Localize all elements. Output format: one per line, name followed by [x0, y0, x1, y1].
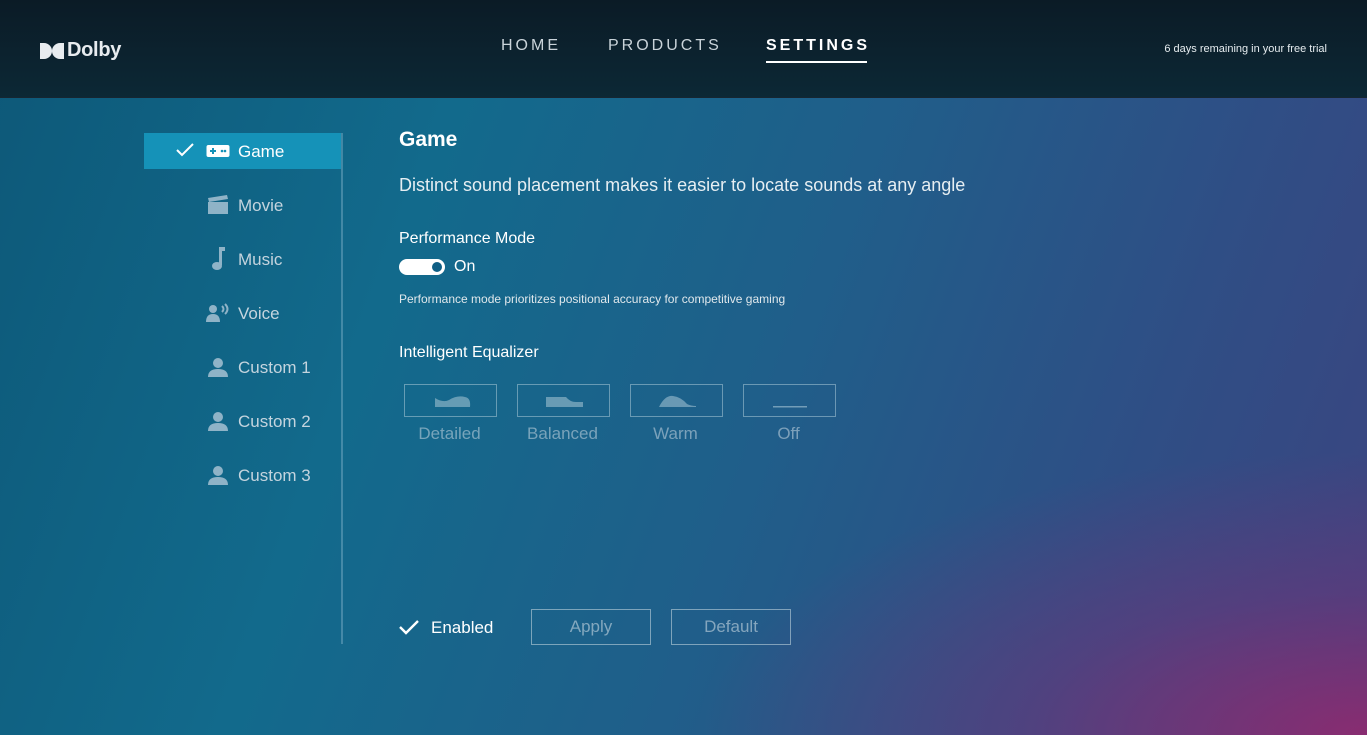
eq-warm-label: Warm	[653, 424, 698, 443]
sidebar-item-custom-3[interactable]: Custom 3	[144, 457, 341, 493]
eq-off-label: Off	[777, 424, 800, 443]
sidebar-item-game[interactable]: Game	[144, 133, 341, 169]
person-icon	[206, 410, 230, 432]
voice-icon	[206, 302, 230, 324]
default-button[interactable]: Default	[671, 609, 791, 645]
eq-detailed-label: Detailed	[418, 424, 481, 443]
eq-balanced-label: Balanced	[527, 424, 598, 443]
performance-mode-note: Performance mode prioritizes positional …	[399, 292, 786, 306]
sidebar-item-label: Game	[238, 142, 285, 161]
sidebar-item-label: Voice	[238, 304, 280, 323]
top-bar: Dolby HOME PRODUCTS SETTINGS 6 days rema…	[0, 0, 1367, 98]
performance-mode-toggle[interactable]	[399, 259, 445, 275]
brand-name: Dolby	[67, 39, 122, 61]
performance-mode-title: Performance Mode	[399, 230, 536, 247]
eq-warm-button[interactable]	[630, 384, 723, 417]
dolby-logo: Dolby	[40, 39, 121, 62]
eq-off-button[interactable]	[743, 384, 836, 417]
eq-detailed-button[interactable]	[404, 384, 497, 417]
eq-detailed-icon	[435, 396, 471, 407]
sidebar-item-music[interactable]: Music	[144, 241, 341, 277]
sidebar-item-label: Music	[238, 250, 283, 269]
trial-notice: 6 days remaining in your free trial	[1164, 43, 1327, 55]
enabled-check-icon[interactable]	[399, 619, 419, 635]
nav-active-underline	[766, 61, 868, 63]
nav-settings[interactable]: SETTINGS	[766, 37, 871, 63]
sidebar-item-movie[interactable]: Movie	[144, 187, 341, 223]
eq-warm-icon	[659, 395, 696, 407]
sidebar-item-custom-2[interactable]: Custom 2	[144, 403, 341, 439]
nav-products[interactable]: PRODUCTS	[608, 37, 722, 55]
toggle-knob	[432, 262, 442, 272]
clapperboard-icon	[206, 194, 230, 216]
sidebar-item-label: Custom 3	[238, 466, 311, 485]
sidebar-divider	[341, 133, 343, 644]
apply-button[interactable]: Apply	[531, 609, 651, 645]
performance-mode-state: On	[454, 258, 476, 275]
person-icon	[206, 356, 230, 378]
sidebar-item-label: Custom 1	[238, 358, 311, 377]
eq-balanced-icon	[546, 397, 583, 407]
nav-settings-label: SETTINGS	[766, 37, 871, 54]
sidebar-item-label: Custom 2	[238, 412, 311, 431]
sidebar-item-voice[interactable]: Voice	[144, 295, 341, 331]
eq-off-icon	[773, 406, 807, 408]
eq-balanced-button[interactable]	[517, 384, 610, 417]
profile-description: Distinct sound placement makes it easier…	[399, 175, 966, 195]
sidebar-item-label: Movie	[238, 196, 284, 215]
dolby-double-d-icon	[40, 42, 64, 59]
person-icon	[206, 464, 230, 486]
page-title: Game	[399, 128, 458, 151]
sidebar-item-custom-1[interactable]: Custom 1	[144, 349, 341, 385]
music-note-icon	[206, 247, 230, 270]
check-icon	[176, 143, 194, 157]
nav-home[interactable]: HOME	[501, 37, 561, 55]
gamepad-icon	[206, 140, 230, 162]
enabled-label[interactable]: Enabled	[431, 618, 493, 638]
equalizer-title: Intelligent Equalizer	[399, 344, 539, 361]
